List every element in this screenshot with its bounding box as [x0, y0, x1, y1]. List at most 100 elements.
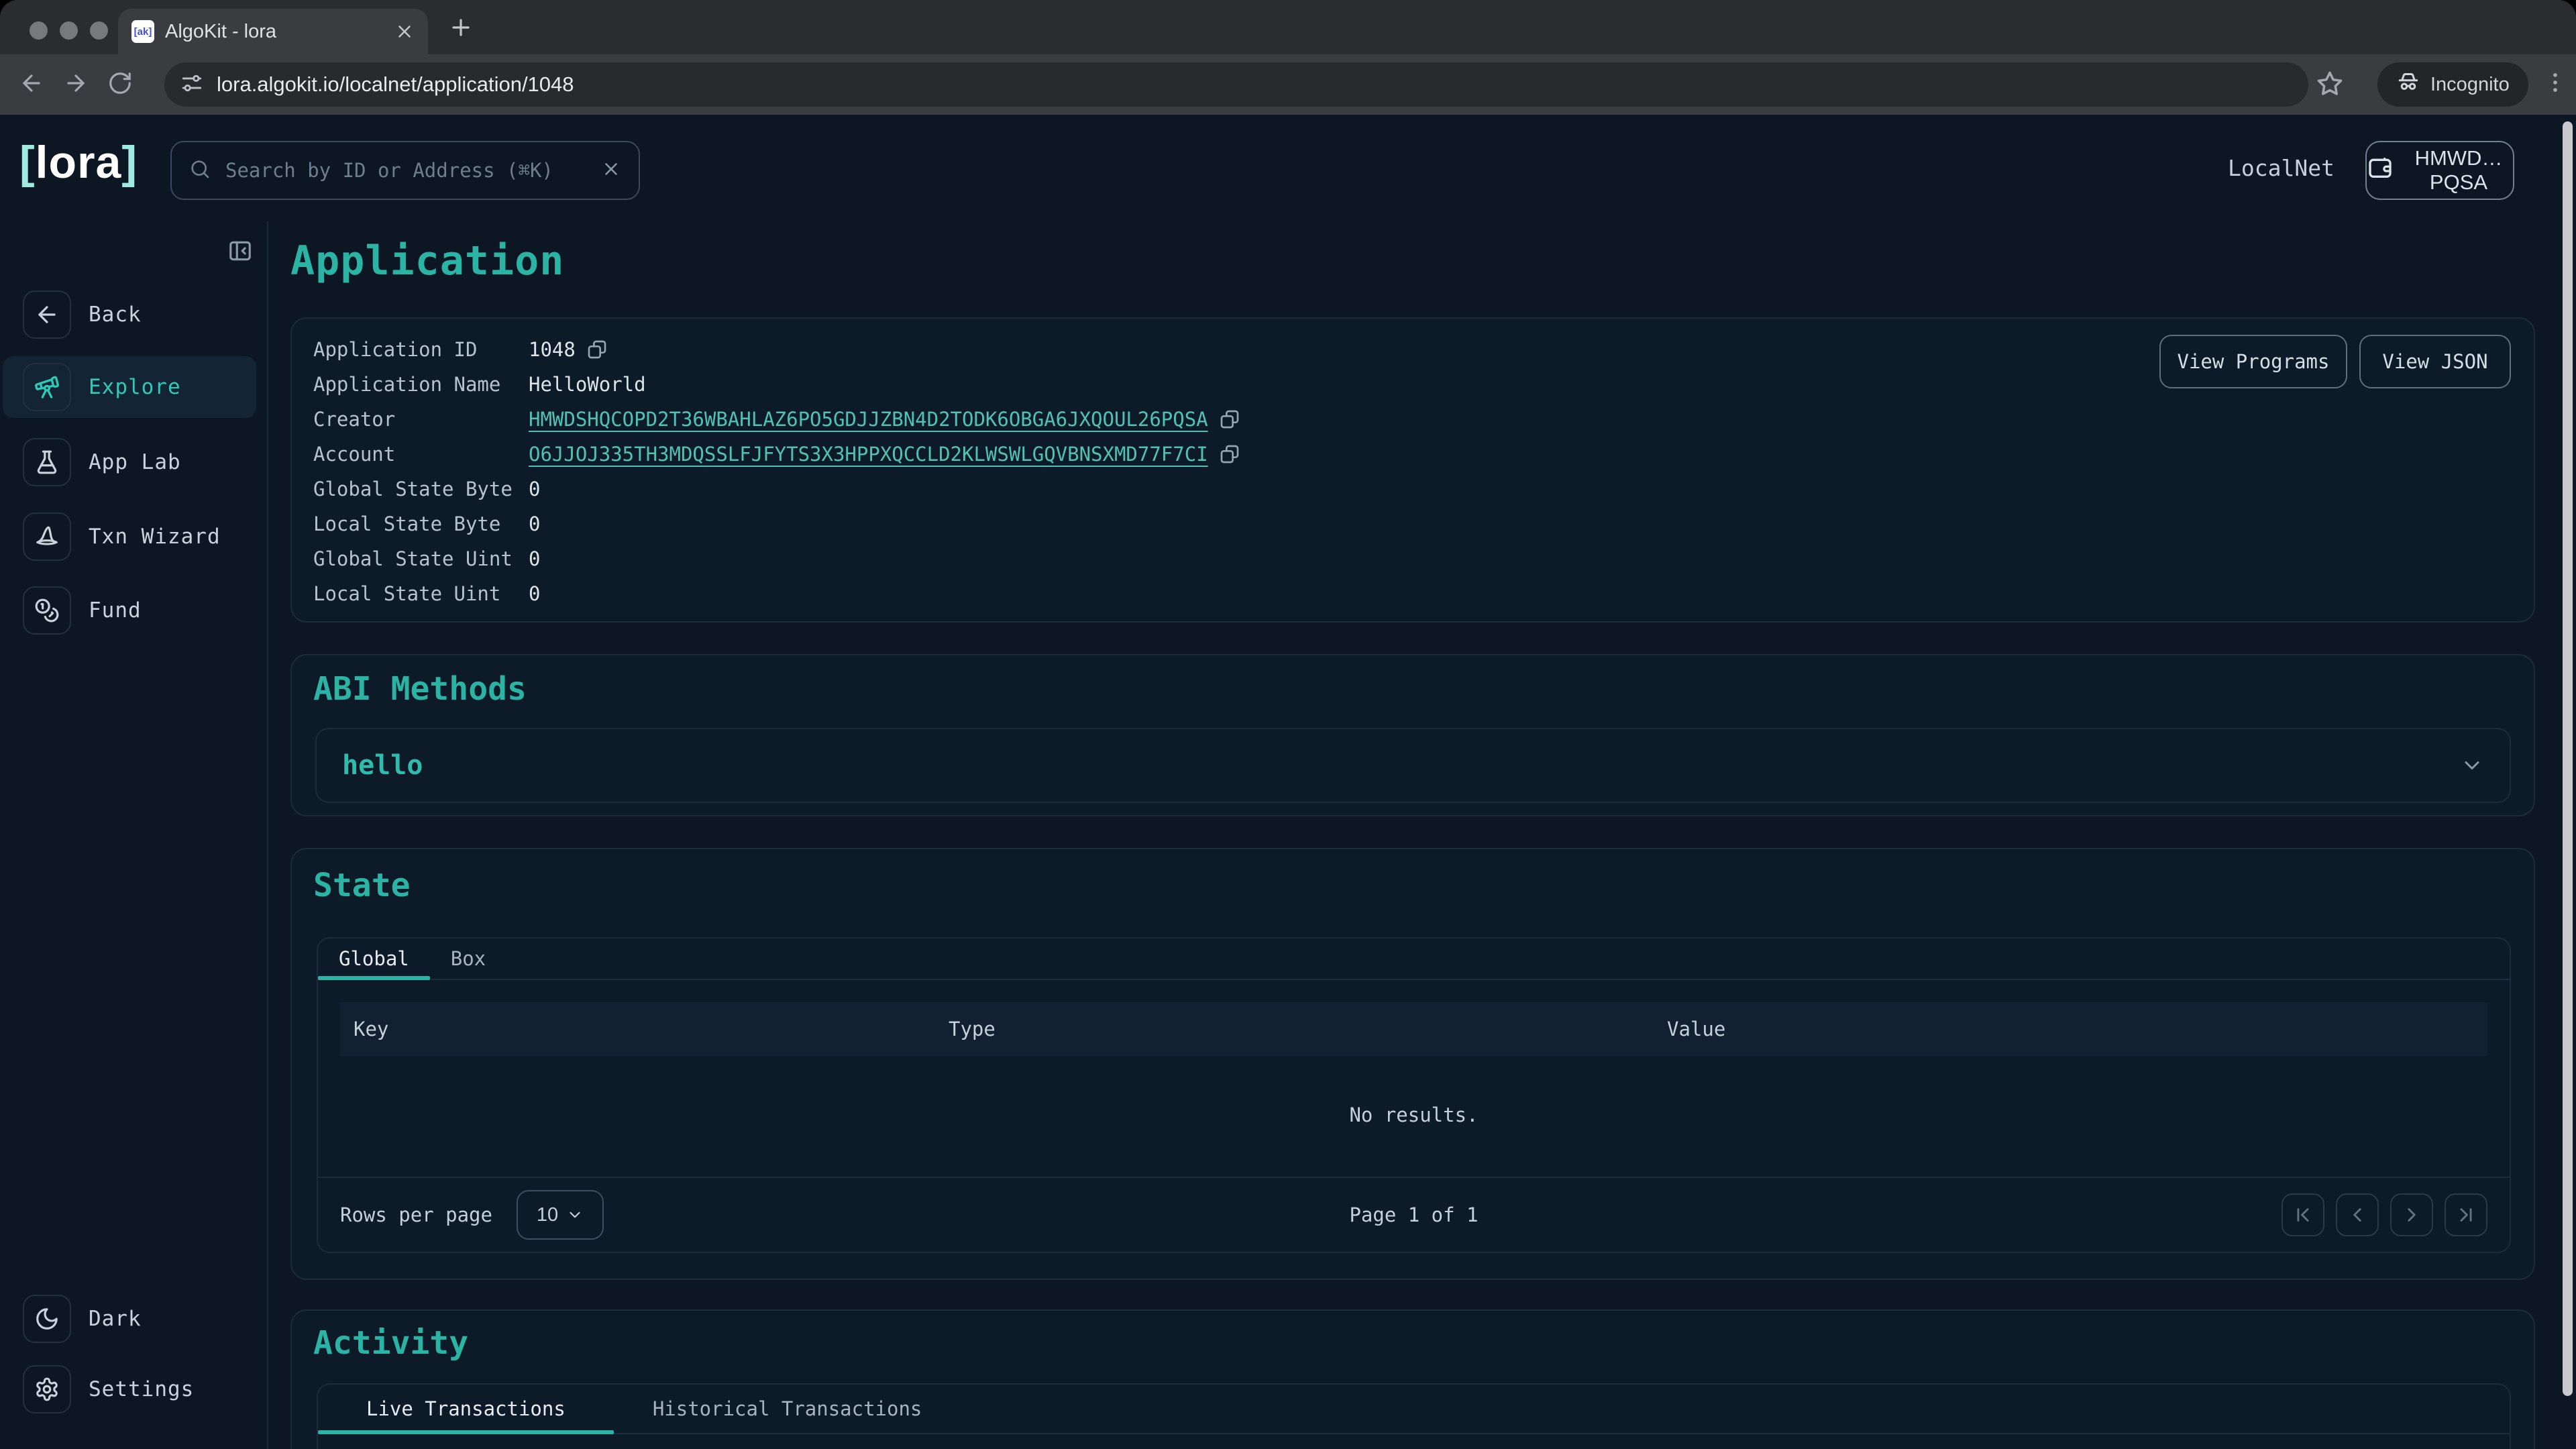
detail-row-local-state-uint: Local State Uint 0 — [313, 576, 2512, 611]
browser-chrome: [ak] AlgoKit - lora lora.algokit.i — [0, 0, 2576, 115]
telescope-icon — [23, 363, 71, 411]
application-id-value: 1048 — [529, 338, 576, 361]
chevron-down-icon — [2460, 753, 2484, 777]
detail-row-global-state-byte: Global State Byte 0 — [313, 472, 2512, 506]
state-tabs: Global Box — [318, 938, 2510, 980]
bookmark-star-icon[interactable] — [2316, 70, 2344, 101]
sidebar-item-settings[interactable]: Settings — [3, 1358, 256, 1420]
abi-method-name: hello — [342, 750, 423, 781]
url-text: lora.algokit.io/localnet/application/104… — [217, 72, 574, 97]
activity-card: Activity Live Transactions Historical Tr… — [290, 1309, 2535, 1449]
wallet-button[interactable]: HMWD…PQSA — [2365, 141, 2514, 200]
column-header-key: Key — [354, 1002, 388, 1056]
detail-label: Creator — [313, 408, 529, 431]
state-panel: Global Box Key Type Value No results. Ro… — [317, 937, 2511, 1253]
detail-value: 0 — [529, 513, 540, 535]
sidebar-item-theme-dark[interactable]: Dark — [3, 1288, 256, 1350]
application-name-value: HelloWorld — [529, 373, 646, 396]
sidebar-item-txn-wizard[interactable]: Txn Wizard — [3, 506, 256, 568]
sidebar-item-label: Txn Wizard — [89, 525, 221, 549]
detail-row-global-state-uint: Global State Uint 0 — [313, 541, 2512, 576]
logo-bracket-open: [ — [19, 136, 36, 189]
gear-icon — [23, 1365, 71, 1413]
pagination-controls — [2282, 1193, 2487, 1236]
window-close-button[interactable] — [30, 21, 48, 40]
copy-icon[interactable] — [1219, 409, 1240, 430]
network-label[interactable]: LocalNet — [2228, 115, 2334, 221]
forward-nav-icon[interactable] — [63, 70, 89, 99]
tab-live-transactions[interactable]: Live Transactions — [318, 1385, 614, 1433]
sidebar-item-label: Fund — [89, 598, 142, 623]
app-header: [ lora ] LocalNet HMWD…PQSA — [0, 115, 2576, 221]
sidebar-item-label: Settings — [89, 1377, 194, 1401]
creator-address-link[interactable]: HMWDSHQCOPD2T36WBAHLAZ6PO5GDJJZBN4D2TODK… — [529, 408, 1208, 431]
window-minimize-button[interactable] — [60, 21, 78, 40]
lora-logo[interactable]: [ lora ] — [19, 136, 138, 189]
search-clear-icon[interactable] — [601, 159, 621, 182]
chevron-right-icon — [2400, 1203, 2423, 1226]
sidebar-item-explore[interactable]: Explore — [3, 356, 256, 418]
wizard-hat-icon — [23, 513, 71, 561]
column-header-value: Value — [1667, 1002, 1725, 1056]
tab-close-icon[interactable] — [394, 21, 415, 42]
browser-menu-icon[interactable] — [2542, 70, 2568, 99]
logo-text: lora — [36, 136, 122, 189]
detail-row-account: Account O6JJOJ335TH3MDQSSLFJFYTS3X3HPPXQ… — [313, 437, 2512, 472]
arrow-left-icon — [23, 290, 71, 339]
page-scrollbar[interactable] — [2563, 121, 2573, 1396]
last-page-button[interactable] — [2445, 1193, 2487, 1236]
tab-favicon: [ak] — [131, 20, 154, 43]
logo-bracket-close: ] — [121, 136, 138, 189]
sidebar-item-label: Back — [89, 303, 142, 327]
global-search[interactable] — [170, 141, 640, 200]
back-nav-icon[interactable] — [19, 70, 44, 99]
application-details-card: Application ID 1048 Application Name Hel… — [290, 317, 2535, 623]
activity-panel: Live Transactions Historical Transaction… — [317, 1383, 2511, 1449]
new-tab-button[interactable] — [448, 15, 474, 40]
tab-box[interactable]: Box — [430, 938, 506, 979]
site-info-icon[interactable] — [180, 72, 203, 98]
first-page-button[interactable] — [2282, 1193, 2324, 1236]
detail-label: Application Name — [313, 373, 529, 396]
copy-icon[interactable] — [586, 339, 608, 360]
detail-label: Global State Byte — [313, 478, 529, 500]
tab-global[interactable]: Global — [318, 938, 430, 979]
state-table-header: Key Type Value — [340, 1002, 2487, 1056]
url-bar[interactable]: lora.algokit.io/localnet/application/104… — [164, 62, 2308, 107]
activity-tabs: Live Transactions Historical Transaction… — [318, 1385, 2510, 1434]
flask-icon — [23, 438, 71, 486]
chevron-left-icon — [2346, 1203, 2369, 1226]
detail-label: Global State Uint — [313, 547, 529, 570]
incognito-icon — [2396, 70, 2420, 99]
reload-icon[interactable] — [107, 70, 133, 99]
abi-methods-heading: ABI Methods — [313, 670, 527, 708]
copy-icon[interactable] — [1219, 443, 1240, 465]
detail-value: 0 — [529, 547, 540, 570]
search-icon — [189, 158, 211, 182]
next-page-button[interactable] — [2390, 1193, 2433, 1236]
window-zoom-button[interactable] — [90, 21, 108, 40]
browser-tab[interactable]: [ak] AlgoKit - lora — [118, 9, 428, 54]
search-input[interactable] — [225, 159, 586, 182]
account-address-link[interactable]: O6JJOJ335TH3MDQSSLFJFYTS3X3HPPXQCCLD2KLW… — [529, 443, 1208, 466]
abi-method-hello-accordion[interactable]: hello — [315, 728, 2511, 803]
sidebar-item-fund[interactable]: Fund — [3, 580, 256, 641]
wallet-icon — [2367, 154, 2394, 186]
sidebar-collapse-button[interactable] — [227, 238, 253, 266]
detail-row-creator: Creator HMWDSHQCOPD2T36WBAHLAZ6PO5GDJJZB… — [313, 402, 2512, 437]
view-programs-button[interactable]: View Programs — [2159, 335, 2347, 388]
page-title: Application — [290, 237, 564, 284]
sidebar-item-label: App Lab — [89, 450, 181, 474]
empty-results-message: No results. — [318, 1104, 2510, 1126]
sidebar-item-label: Dark — [89, 1307, 142, 1331]
tab-historical-transactions[interactable]: Historical Transactions — [614, 1385, 961, 1433]
previous-page-button[interactable] — [2336, 1193, 2379, 1236]
sidebar-item-app-lab[interactable]: App Lab — [3, 431, 256, 493]
sidebar-item-back[interactable]: Back — [3, 284, 256, 345]
incognito-badge: Incognito — [2377, 62, 2528, 107]
tab-title: AlgoKit - lora — [165, 21, 384, 43]
sidebar: Back Explore App Lab Txn Wizard — [0, 221, 268, 1449]
state-table-footer: Rows per page 10 Page 1 of 1 — [318, 1177, 2510, 1252]
coins-icon — [23, 586, 71, 635]
view-json-button[interactable]: View JSON — [2359, 335, 2511, 388]
